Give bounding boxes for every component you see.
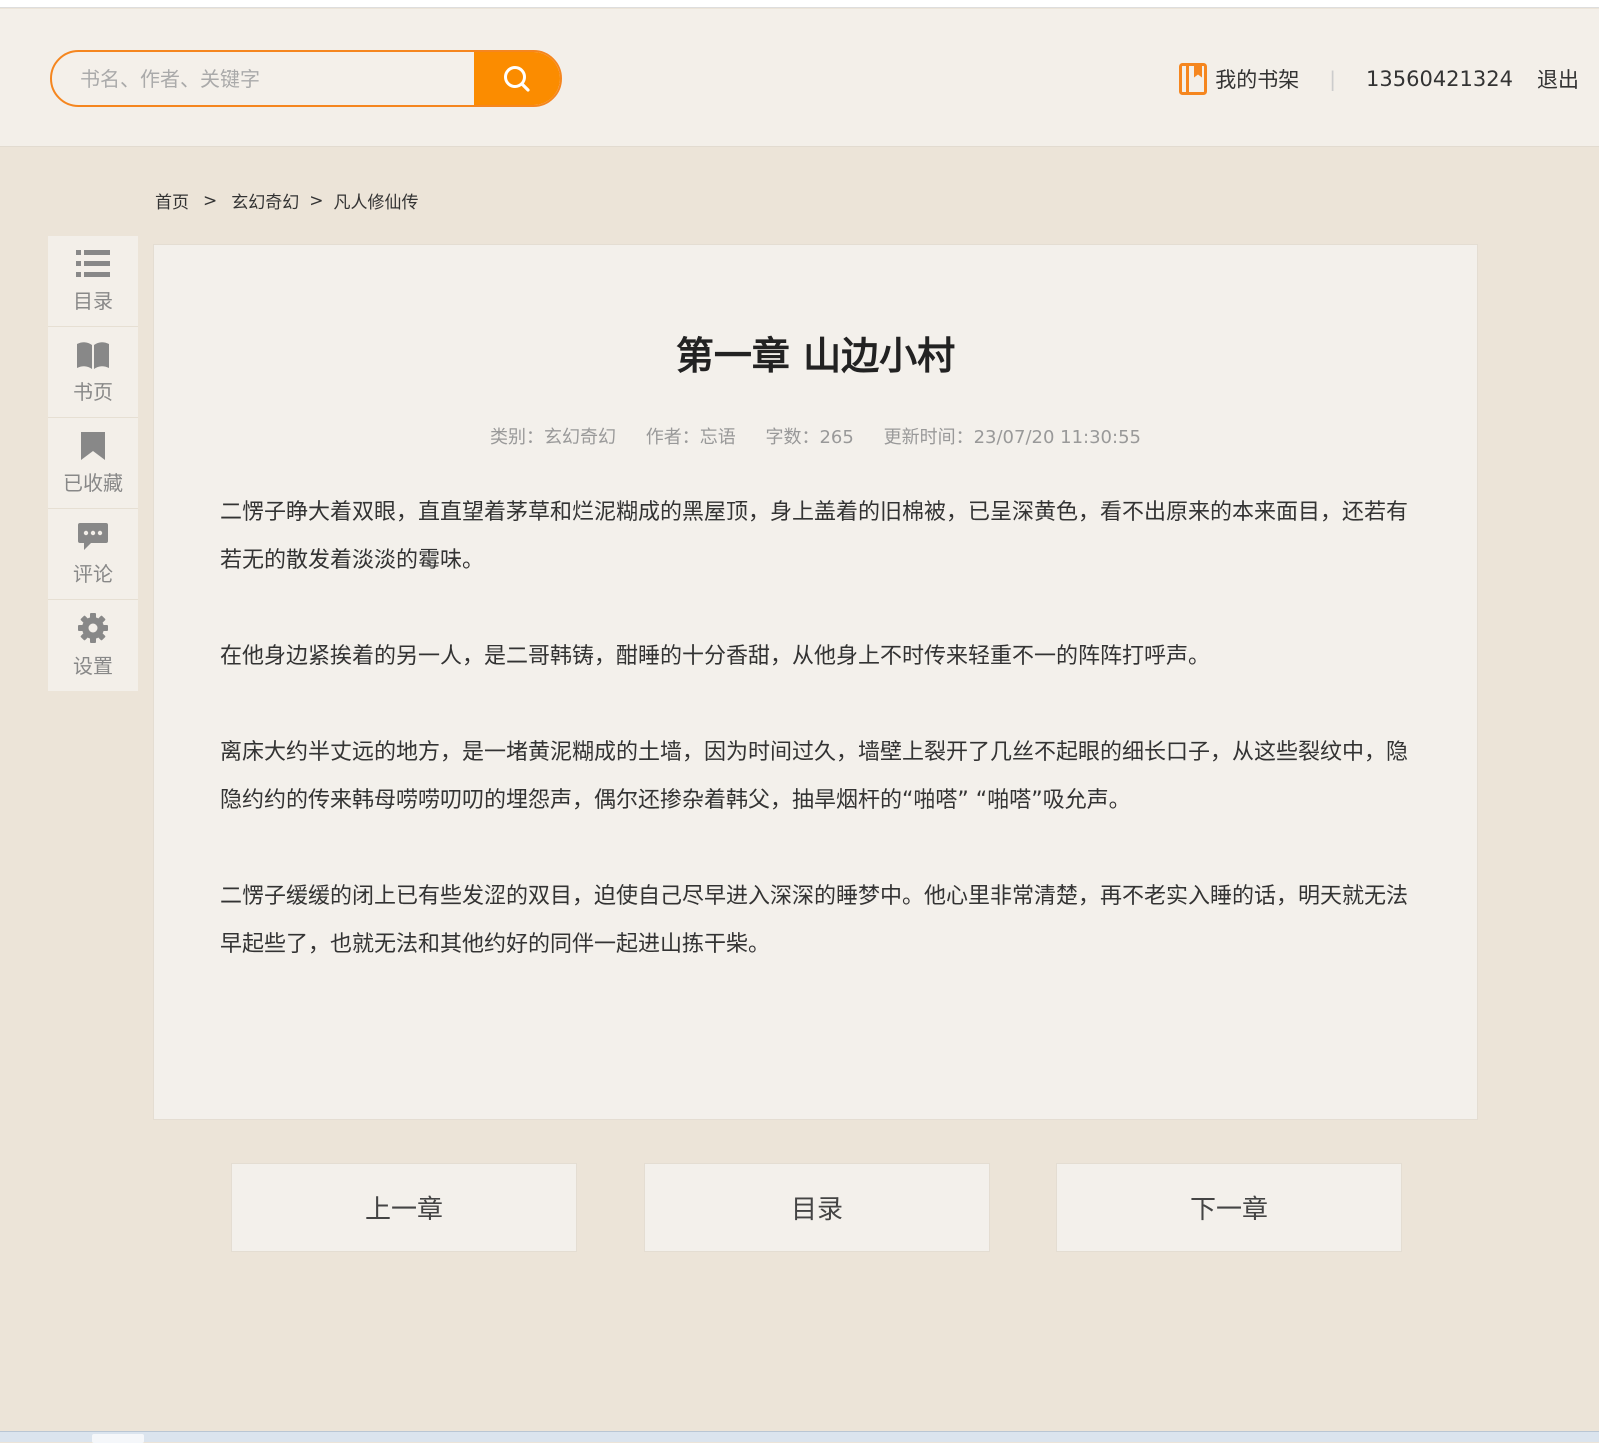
chapter-paragraph: 二愣子睁大着双眼，直直望着茅草和烂泥糊成的黑屋顶，身上盖着的旧棉被，已呈深黄色，… <box>220 500 1409 573</box>
sidebar-item-label: 设置 <box>73 654 113 678</box>
sidebar-item-label: 目录 <box>73 288 113 313</box>
meta-word-count: 字数：265 <box>765 427 854 448</box>
meta-author: 作者：忘语 <box>645 427 736 448</box>
chapter-body: 二愣子睁大着双眼，直直望着茅草和烂泥糊成的黑屋顶，身上盖着的旧棉被，已呈深黄色，… <box>220 489 1420 1017</box>
my-bookshelf-label: 我的书架 <box>1215 68 1300 92</box>
book-icon <box>77 341 109 369</box>
toc-button[interactable]: 目录 <box>644 1163 990 1252</box>
next-chapter-button[interactable]: 下一章 <box>1056 1163 1402 1252</box>
chapter-paragraph: 离床大约半丈远的地方，是一堵黄泥糊成的土墙，因为时间过久，墙壁上裂开了几丝不起眼… <box>220 740 1409 813</box>
sidebar-item-comments[interactable]: 评论 <box>48 509 138 600</box>
chapter-meta: 类别：玄幻奇幻 作者：忘语 字数：265 更新时间：23/07/20 11:30… <box>154 423 1477 449</box>
window-top-edge <box>0 0 1599 8</box>
chapter-title: 第一章 山边小村 <box>675 334 956 378</box>
breadcrumb-home[interactable]: 首页 <box>155 188 189 213</box>
list-icon <box>76 249 110 277</box>
comment-icon <box>78 522 108 550</box>
sidebar-item-label: 已收藏 <box>63 470 123 495</box>
my-bookshelf-link[interactable]: 我的书架 <box>1179 63 1299 95</box>
meta-updated-time: 更新时间：23/07/20 11:30:55 <box>883 427 1141 448</box>
chapter-navigation: 上一章 目录 下一章 <box>0 1163 1599 1252</box>
search-input[interactable] <box>52 52 476 105</box>
prev-chapter-button[interactable]: 上一章 <box>231 1163 577 1252</box>
breadcrumb-separator: > <box>309 190 324 211</box>
chapter-content-panel: 第一章 山边小村 类别：玄幻奇幻 作者：忘语 字数：265 更新时间：23/07… <box>153 244 1478 1120</box>
bookmark-icon <box>81 431 105 460</box>
gear-icon <box>78 613 108 643</box>
sidebar-item-bookpage[interactable]: 书页 <box>48 327 138 418</box>
chapter-paragraph: 二愣子缓缓的闭上已有些发涩的双目，迫使自己尽早进入深深的睡梦中。他心里非常清楚，… <box>220 884 1409 957</box>
chapter-paragraph: 在他身边紧挨着的另一人，是二哥韩铸，酣睡的十分香甜，从他身上不时传来轻重不一的阵… <box>220 644 1211 669</box>
sidebar-item-favorited[interactable]: 已收藏 <box>48 418 138 509</box>
breadcrumb-book[interactable]: 凡人修仙传 <box>334 188 419 213</box>
site-header: 我的书架 | 13560421324 退出 <box>0 9 1599 147</box>
window-bottom-bar <box>0 1431 1599 1443</box>
user-bar: 我的书架 | 13560421324 退出 <box>1179 59 1579 99</box>
breadcrumb-category[interactable]: 玄幻奇幻 <box>231 188 299 213</box>
user-phone[interactable]: 13560421324 <box>1366 67 1513 91</box>
search-button[interactable] <box>474 52 560 105</box>
sidebar-item-settings[interactable]: 设置 <box>48 600 138 691</box>
search-icon <box>504 65 530 92</box>
sidebar-item-label: 评论 <box>73 561 113 586</box>
logout-link[interactable]: 退出 <box>1537 64 1579 94</box>
header-separator: | <box>1329 67 1337 91</box>
reader-sidebar: 目录 书页 已收藏 评论 设置 <box>48 236 138 691</box>
search-box <box>50 50 562 107</box>
sidebar-item-label: 书页 <box>73 379 113 404</box>
bookshelf-icon <box>1179 63 1208 95</box>
sidebar-item-toc[interactable]: 目录 <box>48 236 138 327</box>
meta-category: 类别：玄幻奇幻 <box>490 427 617 448</box>
breadcrumb-separator: > <box>203 190 218 211</box>
breadcrumb: 首页 > 玄幻奇幻 > 凡人修仙传 <box>155 188 419 214</box>
